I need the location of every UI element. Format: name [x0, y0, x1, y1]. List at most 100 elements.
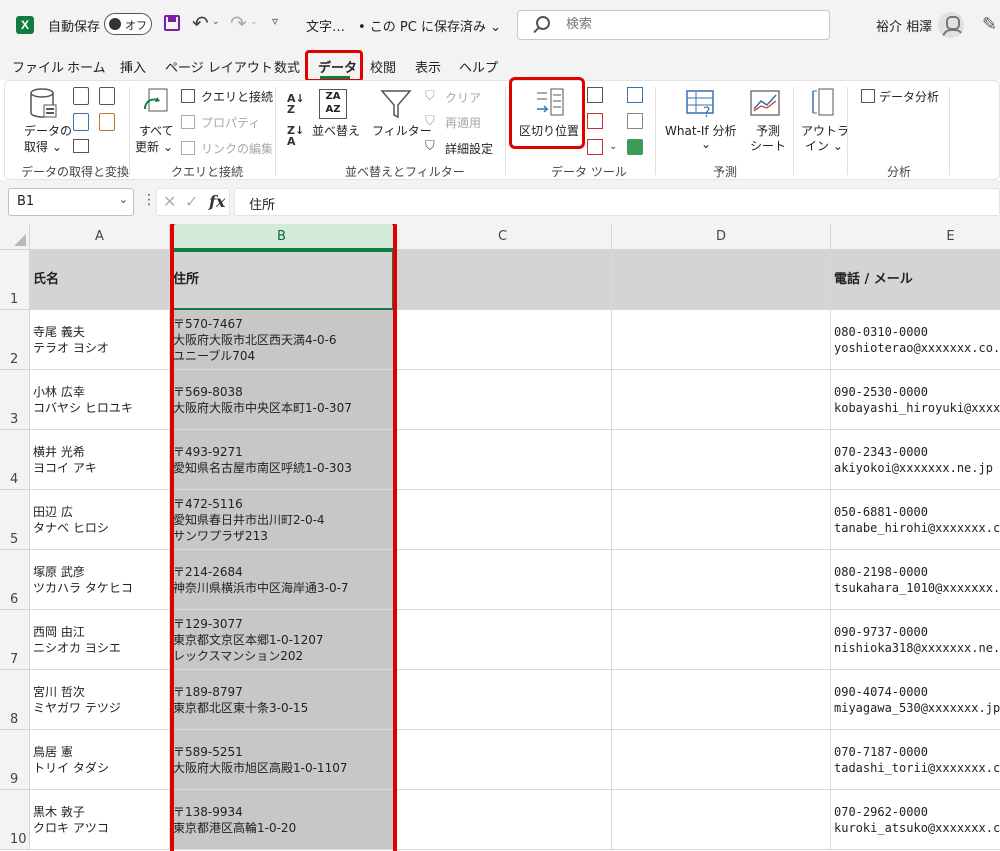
- queries-connections-icon[interactable]: [181, 89, 195, 103]
- column-header-a[interactable]: A: [30, 224, 170, 250]
- cell-a2[interactable]: 寺尾 義夫 テラオ ヨシオ: [30, 310, 170, 370]
- cell-d9[interactable]: [612, 730, 831, 790]
- cell-a3[interactable]: 小林 広幸 コバヤシ ヒロユキ: [30, 370, 170, 430]
- cell-c9[interactable]: [394, 730, 612, 790]
- consolidate-icon[interactable]: [627, 87, 643, 103]
- filter-icon[interactable]: [380, 89, 412, 123]
- cell-c1[interactable]: [394, 250, 612, 310]
- column-header-b[interactable]: B: [170, 224, 394, 250]
- column-header-c[interactable]: C: [394, 224, 612, 250]
- data-validation-dropdown-icon[interactable]: ⌄: [609, 141, 617, 152]
- cell-d4[interactable]: [612, 430, 831, 490]
- insert-function-icon[interactable]: fx: [209, 192, 225, 211]
- outline-label-2[interactable]: イン ⌄: [805, 137, 843, 154]
- cell-d3[interactable]: [612, 370, 831, 430]
- existing-connections-icon[interactable]: [99, 113, 115, 131]
- row-header[interactable]: 6: [0, 550, 30, 610]
- row-header[interactable]: 3: [0, 370, 30, 430]
- sort-button[interactable]: 並べ替え: [312, 122, 360, 139]
- row-header[interactable]: 9: [0, 730, 30, 790]
- tab-page-layout[interactable]: ページ レイアウト: [165, 57, 273, 76]
- get-data-label-2[interactable]: 取得 ⌄: [24, 138, 62, 155]
- data-model-icon[interactable]: [627, 139, 643, 155]
- enter-icon[interactable]: ✓: [185, 192, 198, 211]
- cell-c3[interactable]: [394, 370, 612, 430]
- cancel-icon[interactable]: ✕: [163, 192, 176, 211]
- sort-ascending-icon[interactable]: A↓ Z: [287, 93, 305, 115]
- formula-input[interactable]: 住所: [234, 188, 1000, 216]
- outline-icon[interactable]: [809, 87, 837, 121]
- from-text-icon[interactable]: [73, 87, 89, 105]
- cell-c10[interactable]: [394, 790, 612, 850]
- what-if-dropdown-icon[interactable]: ⌄: [701, 137, 711, 151]
- cell-e8[interactable]: 090-4074-0000 miyagawa_530@xxxxxxx.jp: [831, 670, 1000, 730]
- more-options-icon[interactable]: ⋮: [142, 192, 156, 208]
- cell-d8[interactable]: [612, 670, 831, 730]
- undo-dropdown-icon[interactable]: ⌄: [212, 17, 220, 27]
- refresh-all-label-1[interactable]: すべて: [139, 122, 174, 139]
- redo-dropdown-icon[interactable]: ⌄: [250, 17, 258, 27]
- column-header-e[interactable]: E: [831, 224, 1000, 250]
- cell-a8[interactable]: 宮川 哲次 ミヤガワ テツジ: [30, 670, 170, 730]
- avatar[interactable]: [938, 12, 964, 38]
- cell-b7[interactable]: 〒129-3077 東京都文京区本郷1-0-1207 レックスマンション202: [170, 610, 394, 670]
- cell-d5[interactable]: [612, 490, 831, 550]
- cell-d1[interactable]: [612, 250, 831, 310]
- filter-button[interactable]: フィルター: [372, 122, 432, 139]
- cell-b9[interactable]: 〒589-5251 大阪府大阪市旭区高殿1-0-1107: [170, 730, 394, 790]
- row-header[interactable]: 5: [0, 490, 30, 550]
- tab-help[interactable]: ヘルプ: [459, 57, 498, 76]
- get-data-label-1[interactable]: データの: [24, 122, 72, 139]
- cell-e6[interactable]: 080-2198-0000 tsukahara_1010@xxxxxxx.ne: [831, 550, 1000, 610]
- flash-fill-icon[interactable]: [587, 87, 603, 103]
- cell-a9[interactable]: 鳥居 憲トリイ タダシ: [30, 730, 170, 790]
- cell-c2[interactable]: [394, 310, 612, 370]
- cell-d6[interactable]: [612, 550, 831, 610]
- save-icon[interactable]: [164, 15, 180, 31]
- cell-a6[interactable]: 塚原 武彦 ツカハラ タケヒコ: [30, 550, 170, 610]
- forecast-sheet-icon[interactable]: [749, 89, 781, 123]
- column-header-d[interactable]: D: [612, 224, 831, 250]
- cell-e9[interactable]: 070-7187-0000 tadashi_torii@xxxxxxx.co: [831, 730, 1000, 790]
- cell-c6[interactable]: [394, 550, 612, 610]
- cell-b10[interactable]: 〒138-9934 東京都港区高輪1-0-20: [170, 790, 394, 850]
- cell-b5[interactable]: 〒472-5116 愛知県春日井市出川町2-0-4 サンワプラザ213: [170, 490, 394, 550]
- refresh-all-icon[interactable]: [141, 87, 171, 117]
- cell-e5[interactable]: 050-6881-0000 tanabe_hirohi@xxxxxxx.com: [831, 490, 1000, 550]
- forecast-sheet-label-2[interactable]: シート: [750, 137, 786, 154]
- tab-review[interactable]: 校閲: [370, 57, 396, 76]
- cell-e10[interactable]: 070-2962-0000 kuroki_atsuko@xxxxxxx.co: [831, 790, 1000, 850]
- name-box[interactable]: B1 ⌄: [8, 188, 134, 216]
- cell-c8[interactable]: [394, 670, 612, 730]
- cell-b6[interactable]: 〒214-2684 神奈川県横浜市中区海岸通3-0-7: [170, 550, 394, 610]
- cell-a10[interactable]: 黒木 敦子 クロキ アツコ: [30, 790, 170, 850]
- autosave-toggle[interactable]: オフ: [104, 13, 152, 35]
- tab-insert[interactable]: 挿入: [120, 57, 146, 76]
- cell-b4[interactable]: 〒493-9271 愛知県名古屋市南区呼続1-0-303: [170, 430, 394, 490]
- search-box[interactable]: [517, 10, 830, 40]
- user-name[interactable]: 裕介 相澤: [876, 16, 932, 35]
- cell-d10[interactable]: [612, 790, 831, 850]
- row-header[interactable]: 1: [0, 250, 30, 310]
- remove-duplicates-icon[interactable]: [587, 113, 603, 129]
- database-icon[interactable]: [29, 87, 57, 118]
- pen-icon[interactable]: ✎: [982, 14, 997, 35]
- sort-descending-icon[interactable]: Z↓ A: [287, 125, 304, 147]
- save-status[interactable]: • この PC に保存済み ⌄: [358, 16, 501, 35]
- data-analysis-icon[interactable]: [861, 89, 875, 103]
- advanced-filter-icon[interactable]: ⛉: [425, 139, 435, 154]
- search-input[interactable]: [566, 17, 766, 32]
- cell-a1[interactable]: 氏名: [30, 250, 170, 310]
- undo-icon[interactable]: ↶: [192, 11, 209, 35]
- cell-a5[interactable]: 田辺 広タナベ ヒロシ: [30, 490, 170, 550]
- cell-e7[interactable]: 090-9737-0000 nishioka318@xxxxxxx.ne.jp: [831, 610, 1000, 670]
- tab-home[interactable]: ホーム: [67, 57, 106, 76]
- cell-c7[interactable]: [394, 610, 612, 670]
- document-name[interactable]: 文字…: [306, 16, 345, 35]
- select-all-button[interactable]: [0, 224, 30, 250]
- cell-e2[interactable]: 080-0310-0000 yoshioterao@xxxxxxx.co.jp: [831, 310, 1000, 370]
- row-header[interactable]: 2: [0, 310, 30, 370]
- cell-b1[interactable]: 住所: [170, 250, 394, 310]
- row-header[interactable]: 7: [0, 610, 30, 670]
- from-web-icon[interactable]: [73, 113, 89, 131]
